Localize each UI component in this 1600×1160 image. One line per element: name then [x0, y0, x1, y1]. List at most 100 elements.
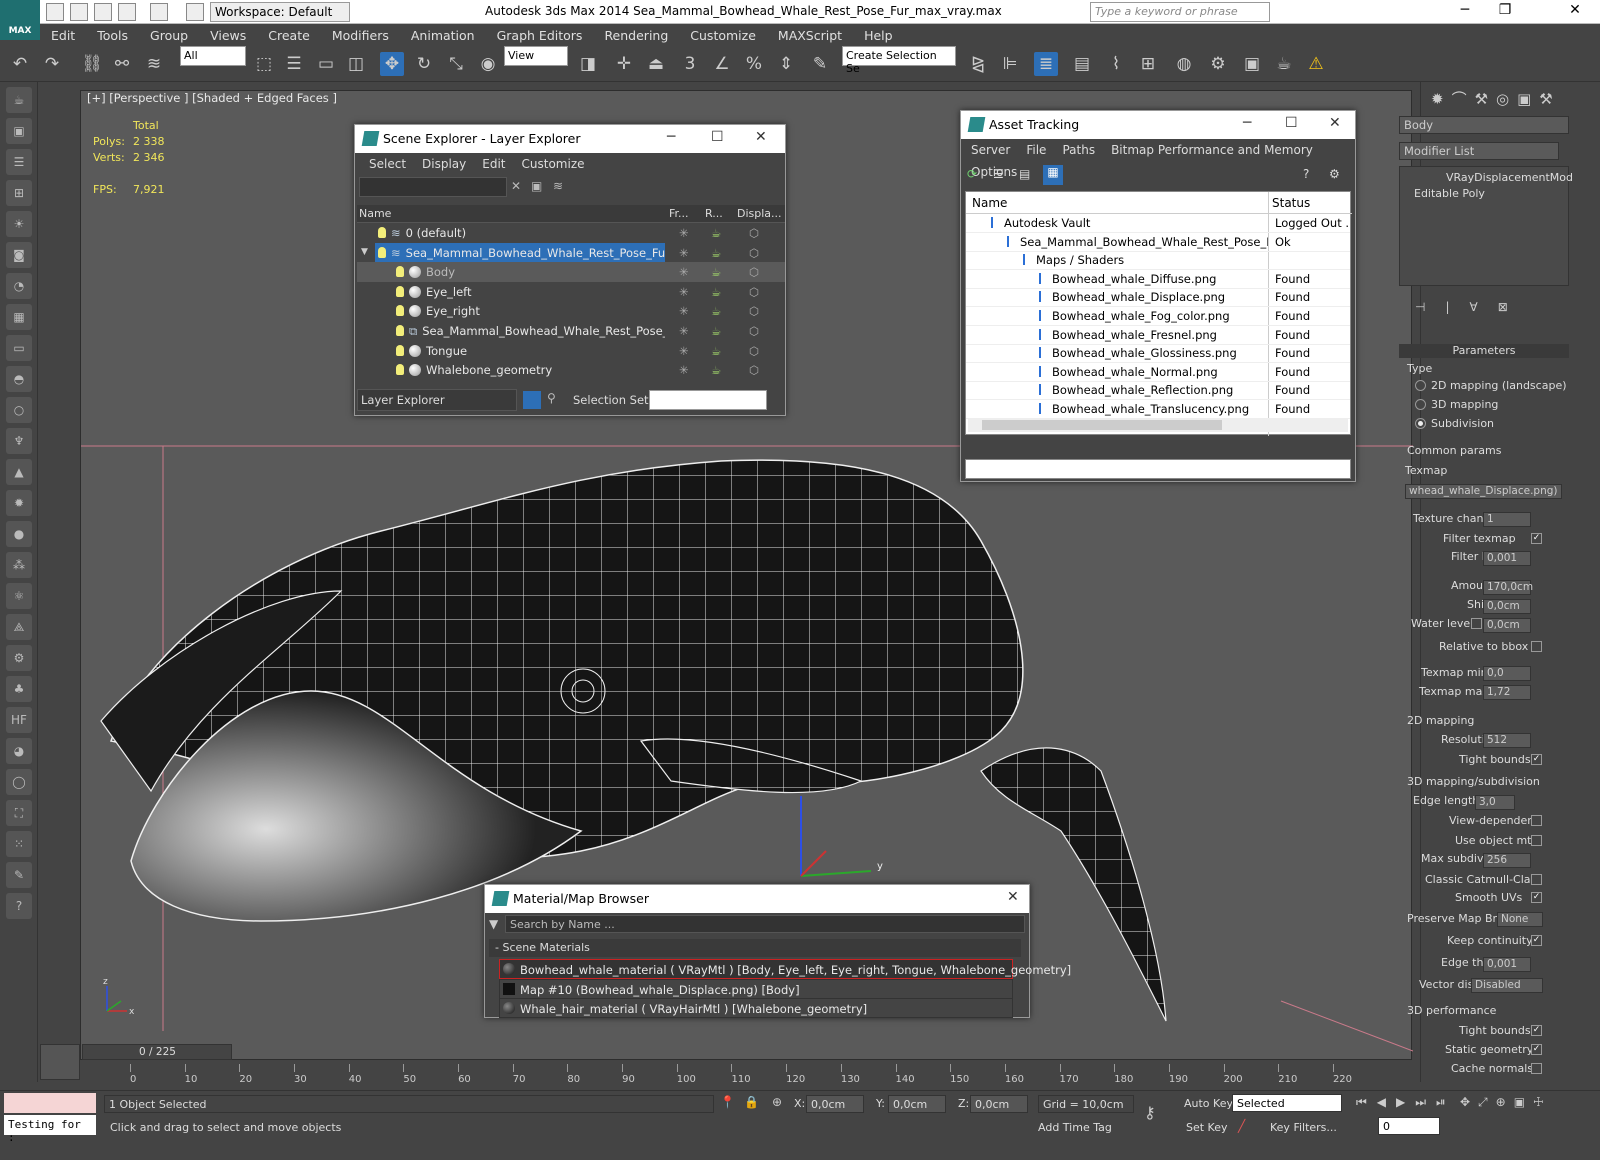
scene-row[interactable]: ⧉ Sea_Mammal_Bowhead_Whale_Rest_Pose_Fur ✳…: [357, 321, 785, 341]
column-name[interactable]: Name: [972, 196, 1007, 210]
clock-icon[interactable]: ◔: [6, 273, 32, 299]
new-icon[interactable]: [46, 3, 64, 21]
render-teapot-icon[interactable]: ☕: [711, 304, 721, 318]
close-icon[interactable]: ✕: [1007, 889, 1019, 905]
visibility-bulb-icon[interactable]: [396, 364, 404, 376]
maximize-icon[interactable]: ❐: [1490, 2, 1520, 22]
se-menu-select[interactable]: Select: [361, 153, 414, 175]
key-filters-button[interactable]: Key Filters...: [1270, 1121, 1337, 1134]
scene-row[interactable]: ≋ Sea_Mammal_Bowhead_Whale_Rest_Pose_Fur ▼…: [357, 242, 785, 263]
project-icon[interactable]: [186, 3, 204, 21]
asset-row[interactable]: Bowhead_whale_Translucency.png Found: [966, 400, 1350, 419]
menu-graph-editors[interactable]: Graph Editors: [486, 24, 594, 47]
display-box-icon[interactable]: ⬡: [749, 344, 759, 358]
clear-search-icon[interactable]: ✕: [511, 179, 521, 193]
light-icon[interactable]: ☀: [6, 211, 32, 237]
set-key-button[interactable]: Set Key: [1186, 1121, 1228, 1134]
camera-icon[interactable]: ◙: [6, 242, 32, 268]
visibility-bulb-icon[interactable]: [396, 285, 404, 297]
script-icon[interactable]: ✎: [6, 862, 32, 888]
column-frozen[interactable]: Fr...: [669, 207, 689, 220]
explorer-mode-dropdown[interactable]: Layer Explorer: [357, 389, 517, 411]
edge-length-input[interactable]: 3,0: [1475, 795, 1515, 810]
visibility-bulb-icon[interactable]: [396, 305, 404, 317]
redo-icon[interactable]: ↷: [40, 52, 64, 76]
warning-icon[interactable]: ⚠: [1304, 52, 1328, 76]
visibility-bulb-icon[interactable]: [378, 227, 386, 238]
modifier-list-dropdown[interactable]: Modifier List: [1399, 142, 1559, 160]
material-item[interactable]: Bowhead_whale_material ( VRayMtl ) [Body…: [499, 959, 1071, 979]
rgb-icon[interactable]: ⁙: [6, 831, 32, 857]
hf-icon[interactable]: HF: [6, 707, 32, 733]
film-icon[interactable]: ▦: [6, 304, 32, 330]
scene-row[interactable]: Tongue ✳ ☕ ⬡: [357, 341, 785, 361]
maxscript-listener[interactable]: [4, 1093, 96, 1113]
scene-explorer-titlebar[interactable]: Scene Explorer - Layer Explorer ─ ☐ ✕: [355, 125, 785, 153]
at-menu-bitmap-performance-and-memory[interactable]: Bitmap Performance and Memory: [1103, 139, 1321, 161]
list-view-icon[interactable]: ☰: [993, 167, 1004, 181]
menu-rendering[interactable]: Rendering: [593, 24, 679, 47]
selection-filter-dropdown[interactable]: All: [180, 46, 246, 66]
thumbnail-icon[interactable]: ▤: [1019, 167, 1030, 181]
material-item[interactable]: Map #10 (Bowhead_whale_Displace.png) [Bo…: [499, 978, 1013, 999]
display-box-icon[interactable]: ⬡: [749, 246, 759, 260]
render-teapot-icon[interactable]: ☕: [711, 226, 721, 240]
maximize-icon[interactable]: ☐: [711, 129, 724, 145]
molecule-icon[interactable]: ⚛: [6, 583, 32, 609]
parameters-rollout[interactable]: Parameters: [1399, 344, 1569, 358]
render-icon[interactable]: ☕: [1272, 52, 1296, 76]
perf-tight-checkbox[interactable]: ✓: [1531, 1025, 1542, 1036]
material-item[interactable]: Whale_hair_material ( VRayHairMtl ) [Wha…: [499, 998, 1013, 1018]
se-menu-customize[interactable]: Customize: [514, 153, 593, 175]
reference-coord-dropdown[interactable]: View: [504, 46, 568, 66]
selection-set-dropdown[interactable]: [649, 390, 767, 410]
relative-bbox-checkbox[interactable]: [1531, 641, 1542, 652]
shift-input[interactable]: 0,0cm: [1483, 599, 1531, 614]
particles-icon[interactable]: ⁂: [6, 552, 32, 578]
playback-controls[interactable]: ⏮◀▶⏭⏯: [1356, 1095, 1456, 1110]
time-slider[interactable]: 0 / 225: [82, 1044, 232, 1060]
freeze-icon[interactable]: ✳: [679, 226, 689, 240]
ball-icon[interactable]: ◯: [6, 769, 32, 795]
menu-help[interactable]: Help: [853, 24, 904, 47]
asset-row[interactable]: Bowhead_whale_Normal.png Found: [966, 363, 1350, 382]
material-search-input[interactable]: Search by Name ...: [505, 915, 1025, 933]
amount-input[interactable]: 170,0cm: [1483, 580, 1533, 595]
visibility-bulb-icon[interactable]: [396, 325, 404, 336]
display-box-icon[interactable]: ⬡: [749, 363, 759, 377]
spinner-snap-icon[interactable]: ⇕: [774, 52, 798, 76]
save-icon[interactable]: [94, 3, 112, 21]
teapot-icon[interactable]: ☕: [6, 87, 32, 113]
se-menu-edit[interactable]: Edit: [474, 153, 513, 175]
grid-icon[interactable]: ⊞: [6, 180, 32, 206]
fur-icon[interactable]: ♆: [6, 428, 32, 454]
asset-tracking-titlebar[interactable]: Asset Tracking ─ ☐ ✕: [961, 111, 1355, 139]
scene-materials-group[interactable]: - Scene Materials: [489, 939, 1021, 957]
list-icon[interactable]: ☰: [6, 149, 32, 175]
mini-listener[interactable]: [40, 1044, 80, 1080]
maximize-icon[interactable]: ☐: [1285, 115, 1298, 131]
stack-item-vray-displacement[interactable]: VRayDisplacementMod: [1446, 171, 1573, 184]
display-box-icon[interactable]: ⬡: [749, 324, 759, 338]
asset-row[interactable]: Bowhead_whale_Fog_color.png Found: [966, 307, 1350, 326]
bind-space-warp-icon[interactable]: ≋: [142, 52, 166, 76]
named-selection-set-dropdown[interactable]: Create Selection Se: [842, 46, 956, 75]
align-icon[interactable]: ⊫: [998, 52, 1022, 76]
graphite-icon[interactable]: ▤: [1070, 52, 1094, 76]
use-object-mtl-checkbox[interactable]: [1531, 835, 1542, 846]
filter-texmap-checkbox[interactable]: ✓: [1531, 533, 1542, 544]
render-icon[interactable]: ▣: [6, 118, 32, 144]
render-teapot-icon[interactable]: ☕: [711, 324, 721, 338]
visibility-bulb-icon[interactable]: [378, 246, 386, 258]
plant-icon[interactable]: ♣: [6, 676, 32, 702]
freeze-icon[interactable]: ✳: [679, 304, 689, 318]
menu-views[interactable]: Views: [199, 24, 257, 47]
keyword-search-input[interactable]: Type a keyword or phrase: [1090, 2, 1270, 22]
menu-tools[interactable]: Tools: [86, 24, 139, 47]
cone-icon[interactable]: ▲: [6, 459, 32, 485]
display-box-icon[interactable]: ⬡: [749, 226, 759, 240]
select-by-name-icon[interactable]: ☰: [282, 52, 306, 76]
cache-normals-checkbox[interactable]: [1531, 1063, 1542, 1074]
scene-row[interactable]: Eye_left ✳ ☕ ⬡: [357, 282, 785, 302]
at-menu-file[interactable]: File: [1018, 139, 1054, 161]
